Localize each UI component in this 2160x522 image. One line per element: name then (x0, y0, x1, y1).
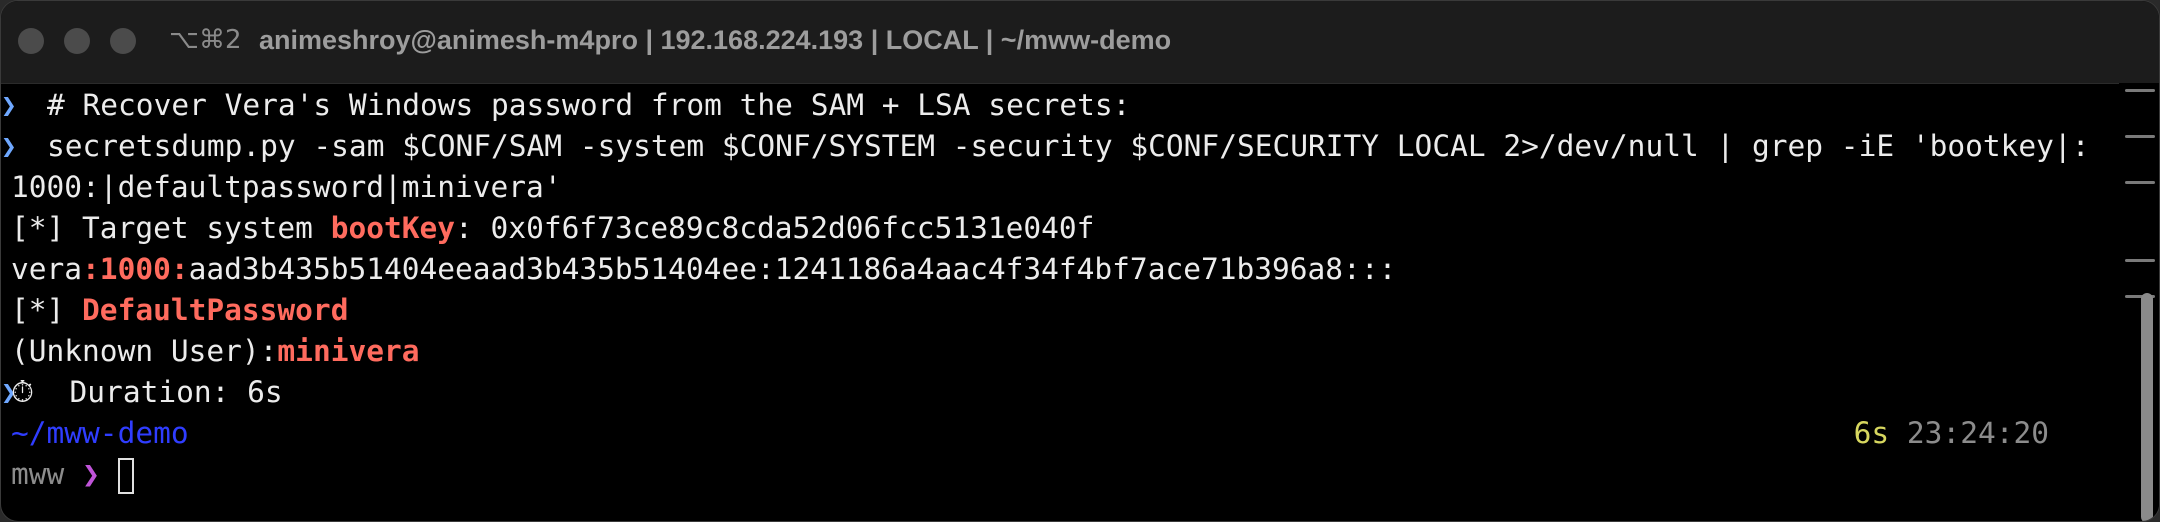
password-match: minivera (277, 334, 420, 368)
text-cursor[interactable] (117, 457, 134, 494)
output-line: # Recover Vera's Windows password from t… (47, 88, 1131, 122)
password-user: (Unknown User): (11, 334, 278, 368)
password-value-line: (Unknown User):minivera (11, 331, 420, 371)
hash-value: aad3b435b51404eeaad3b435b51404ee:1241186… (188, 252, 1397, 286)
prompt-time: 23:24:20 (1906, 416, 2049, 450)
bootkey-value: : 0x0f6f73ce89c8cda52d06fcc5131e040f (455, 211, 1095, 245)
stopwatch-icon: ⏱ (11, 375, 35, 409)
scroll-mark (2125, 181, 2155, 184)
tab-shortcut: ⌥⌘2 (169, 25, 242, 55)
minimize-button[interactable] (64, 28, 90, 54)
prompt-elapsed: 6s (1853, 416, 1890, 450)
title-bar: ⌥⌘2 animeshroy@animesh-m4pro | 192.168.2… (1, 1, 2159, 84)
prompt-input-line[interactable]: mww ❯ (11, 454, 134, 494)
scroll-mark (2125, 259, 2155, 262)
prompt-arrow-icon: ❯ (82, 457, 100, 491)
command-line: secretsdump.py -sam $CONF/SAM -system $C… (47, 129, 2090, 163)
scroll-mark (2125, 89, 2155, 92)
hash-rid-match: :1000: (82, 252, 189, 286)
scroll-mark (2125, 135, 2155, 138)
maximize-button[interactable] (110, 28, 136, 54)
terminal-window: ⌥⌘2 animeshroy@animesh-m4pro | 192.168.2… (0, 0, 2160, 522)
mark-icon: ❯ (1, 132, 17, 162)
prompt-env: mww (11, 457, 65, 491)
hash-line: vera:1000:aad3b435b51404eeaad3b435b51404… (11, 249, 1396, 289)
duration-line: ⏱ Duration: 6s (11, 372, 283, 412)
bootkey-prefix: [*] Target system (11, 211, 331, 245)
window-title: animeshroy@animesh-m4pro | 192.168.224.1… (259, 25, 1172, 55)
scrollbar[interactable] (2119, 83, 2159, 521)
default-password-line: [*] DefaultPassword (11, 290, 348, 330)
mark-icon: ❯ (1, 91, 17, 121)
mark-icon: ❯ (1, 378, 17, 408)
scrollbar-thumb[interactable] (2141, 293, 2153, 521)
bootkey-match: bootKey (330, 211, 456, 245)
terminal-output[interactable]: ❯ # Recover Vera's Windows password from… (1, 85, 2111, 521)
close-button[interactable] (18, 28, 44, 54)
hash-user: vera (11, 252, 83, 286)
duration-text: Duration: 6s (34, 375, 283, 409)
default-password-prefix: [*] (11, 293, 83, 327)
prompt-right-status: 6s 23:24:20 (1854, 413, 2049, 453)
prompt-cwd: ~/mww-demo (11, 416, 189, 450)
default-password-match: DefaultPassword (82, 293, 349, 327)
bootkey-line: [*] Target system bootKey: 0x0f6f73ce89c… (11, 208, 1094, 248)
command-line-continued: 1000:|defaultpassword|minivera' (11, 170, 562, 204)
